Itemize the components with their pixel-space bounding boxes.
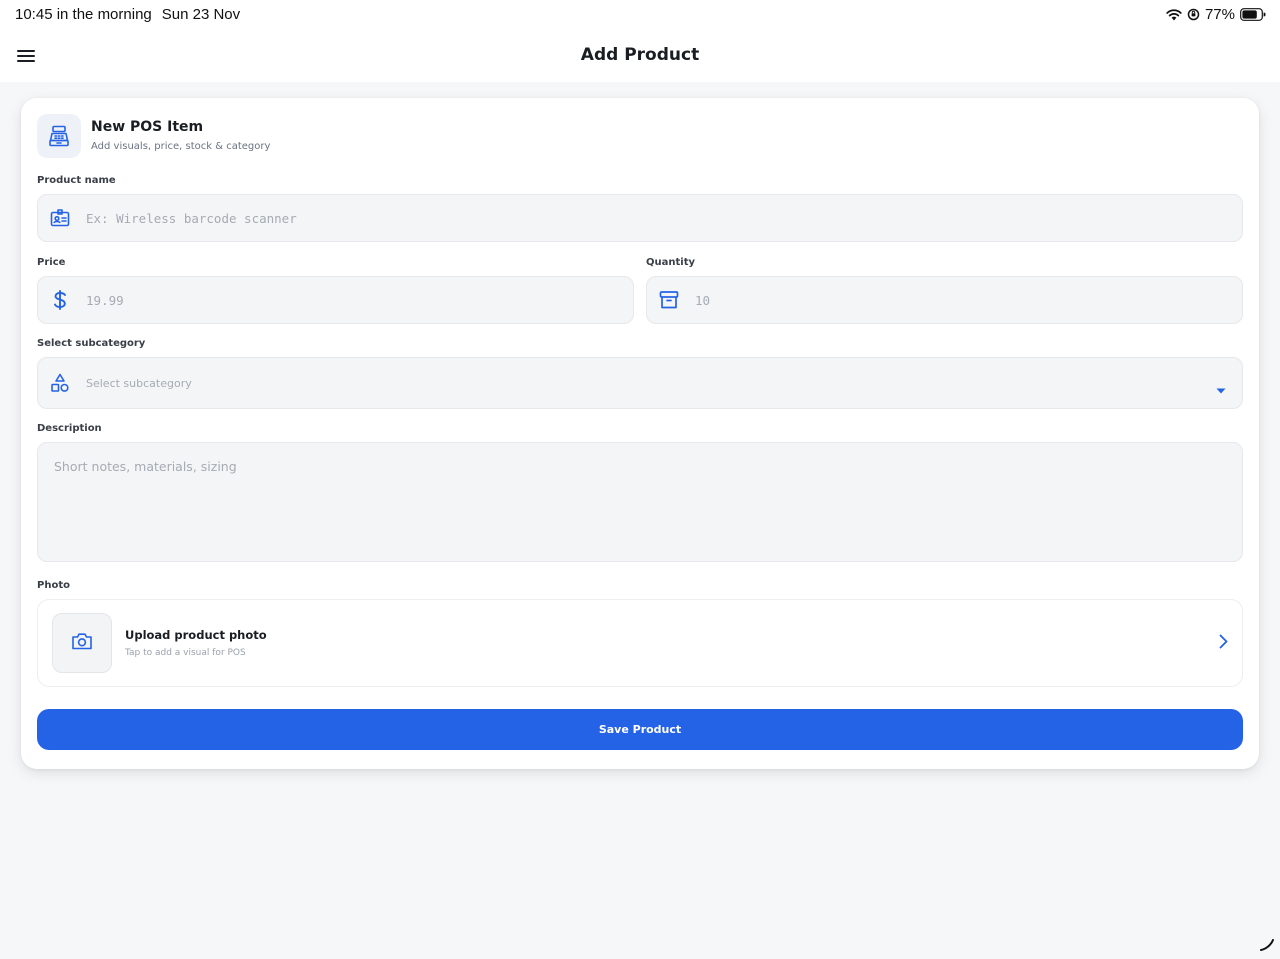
chevron-down-icon (1216, 379, 1226, 398)
photo-label: Photo (37, 580, 70, 591)
price-input[interactable]: 19.99 (37, 276, 634, 324)
cash-register-icon (37, 114, 81, 158)
subcategory-selected: Select subcategory (86, 376, 192, 390)
upload-photo-subtitle: Tap to add a visual for POS (125, 648, 246, 658)
subcategory-select[interactable]: Select subcategory (37, 357, 1243, 409)
card-subtitle: Add visuals, price, stock & category (91, 141, 271, 152)
price-label: Price (37, 257, 66, 268)
product-name-placeholder: Ex: Wireless barcode scanner (86, 210, 297, 226)
add-product-card: New POS Item Add visuals, price, stock &… (21, 98, 1259, 769)
product-name-input[interactable]: Ex: Wireless barcode scanner (37, 194, 1243, 242)
dollar-icon (38, 290, 82, 310)
status-time: 10:45 in the morning (15, 6, 152, 23)
orientation-lock-icon (1187, 8, 1200, 21)
wifi-icon (1166, 8, 1182, 21)
save-product-button[interactable]: Save Product (37, 709, 1243, 750)
status-date: Sun 23 Nov (161, 6, 241, 23)
battery-percent: 77% (1204, 6, 1235, 23)
status-datetime: 10:45 in the morning Sun 23 Nov (15, 6, 240, 23)
camera-icon (71, 631, 93, 655)
resize-corner-icon (1260, 936, 1274, 955)
archive-box-icon (647, 290, 691, 310)
upload-photo-title: Upload product photo (125, 628, 267, 642)
quantity-label: Quantity (646, 257, 695, 268)
shapes-icon (38, 373, 82, 393)
status-bar: 10:45 in the morning Sun 23 Nov 77% (0, 0, 1280, 30)
id-card-icon (38, 208, 82, 228)
battery-icon (1240, 8, 1266, 21)
page-title: Add Product (580, 45, 700, 65)
description-label: Description (37, 423, 102, 434)
description-textarea[interactable]: Short notes, materials, sizing (37, 442, 1243, 562)
status-indicators: 77% (1166, 6, 1266, 23)
description-placeholder: Short notes, materials, sizing (54, 459, 237, 474)
top-bar: Add Product (0, 30, 1280, 82)
subcategory-label: Select subcategory (37, 338, 146, 349)
chevron-right-icon (1219, 634, 1228, 653)
photo-thumbnail (52, 613, 112, 673)
quantity-input[interactable]: 10 (646, 276, 1243, 324)
upload-photo-button[interactable]: Upload product photo Tap to add a visual… (37, 599, 1243, 687)
price-placeholder: 19.99 (86, 292, 124, 308)
card-header: New POS Item Add visuals, price, stock &… (37, 114, 270, 158)
quantity-placeholder: 10 (695, 292, 711, 308)
card-title: New POS Item (91, 119, 204, 135)
product-name-label: Product name (37, 175, 116, 186)
